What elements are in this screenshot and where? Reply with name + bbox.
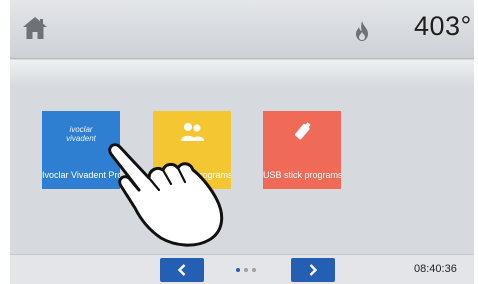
tile-label: USB stick programs: [263, 170, 341, 180]
home-icon[interactable]: [22, 16, 48, 40]
usb-stick-icon: [263, 121, 341, 143]
page-dot: [244, 268, 248, 272]
temperature-readout: 403°: [414, 11, 472, 41]
previous-page-button[interactable]: [160, 258, 204, 282]
header-gradient: [10, 60, 474, 88]
page-dot: [236, 268, 240, 272]
flame-icon: [356, 21, 368, 41]
chevron-right-icon: [309, 264, 318, 276]
logo-line-1: ivoclar: [69, 125, 93, 134]
next-page-button[interactable]: [291, 258, 335, 282]
chevron-left-icon: [177, 264, 186, 276]
oven-touch-screen: 403° ivoclar vivadent Ivoclar Vivadent P…: [10, 0, 474, 284]
clock: 08:40:36: [414, 263, 457, 275]
page-dot: [252, 268, 256, 272]
pointing-hand-icon: [108, 143, 224, 247]
page-indicator: [236, 268, 256, 272]
top-bar: 403°: [10, 0, 474, 59]
bottom-bar: 08:40:36: [10, 254, 474, 284]
logo-line-2: vivadent: [66, 134, 96, 143]
tile-usb-stick-programs[interactable]: USB stick programs: [263, 111, 341, 189]
